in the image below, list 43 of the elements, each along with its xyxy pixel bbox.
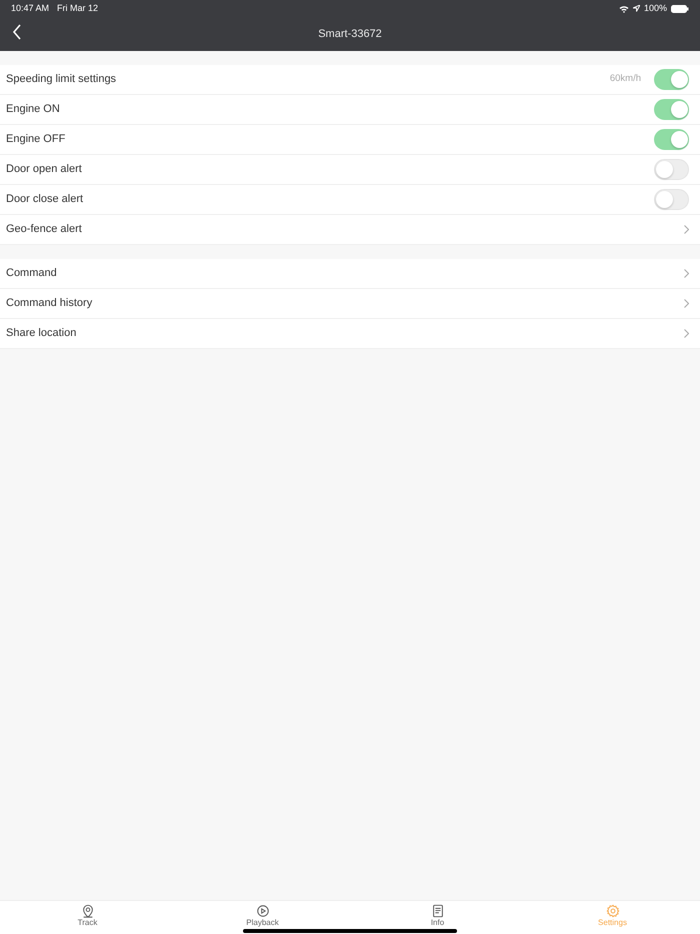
- row-label: Engine OFF: [6, 132, 66, 148]
- settings-row[interactable]: Speeding limit settings 60km/h: [0, 65, 700, 95]
- settings-row[interactable]: Door open alert: [0, 155, 700, 185]
- location-arrow-icon: [632, 5, 640, 12]
- wifi-icon: [618, 4, 629, 12]
- battery-icon: [671, 4, 689, 12]
- gear-icon: [606, 904, 620, 918]
- settings-row[interactable]: Geo-fence alert: [0, 215, 700, 245]
- chevron-right-icon: [684, 299, 689, 308]
- row-label: Door open alert: [6, 162, 83, 178]
- back-icon[interactable]: [12, 24, 22, 40]
- tab-item[interactable]: Info: [350, 901, 525, 934]
- chevron-right-icon: [684, 329, 689, 338]
- tab-item[interactable]: Playback: [175, 901, 350, 934]
- settings-row[interactable]: Door close alert: [0, 185, 700, 215]
- row-label: Engine ON: [6, 102, 61, 118]
- screen-title: Smart-33672: [318, 26, 382, 42]
- toggle-switch[interactable]: [654, 99, 689, 120]
- row-label: Geo-fence alert: [6, 222, 83, 238]
- status-time: 10:47 AM: [11, 2, 50, 15]
- chevron-right-icon: [684, 225, 689, 234]
- row-label: Command history: [6, 296, 94, 312]
- chevron-right-icon: [684, 269, 689, 278]
- status-date: Fri Mar 12: [57, 2, 98, 15]
- row-value: 60km/h: [610, 72, 641, 86]
- row-label: Door close alert: [6, 192, 84, 208]
- row-label: Speeding limit settings: [6, 72, 118, 88]
- settings-row[interactable]: Command history: [0, 289, 700, 319]
- toggle-switch[interactable]: [654, 69, 689, 90]
- toggle-switch[interactable]: [654, 159, 689, 180]
- settings-row[interactable]: Command: [0, 259, 700, 289]
- battery-percentage: 100%: [644, 2, 667, 15]
- play-circle-icon: [256, 904, 270, 918]
- document-icon: [430, 904, 444, 918]
- tab-item[interactable]: Track: [0, 901, 175, 934]
- toggle-switch[interactable]: [654, 129, 689, 150]
- settings-row[interactable]: Share location: [0, 319, 700, 349]
- settings-row[interactable]: Engine OFF: [0, 125, 700, 155]
- row-label: Share location: [6, 326, 78, 342]
- settings-row[interactable]: Engine ON: [0, 95, 700, 125]
- map-pin-icon: [80, 904, 94, 918]
- row-label: Command: [6, 266, 58, 282]
- toggle-switch[interactable]: [654, 189, 689, 210]
